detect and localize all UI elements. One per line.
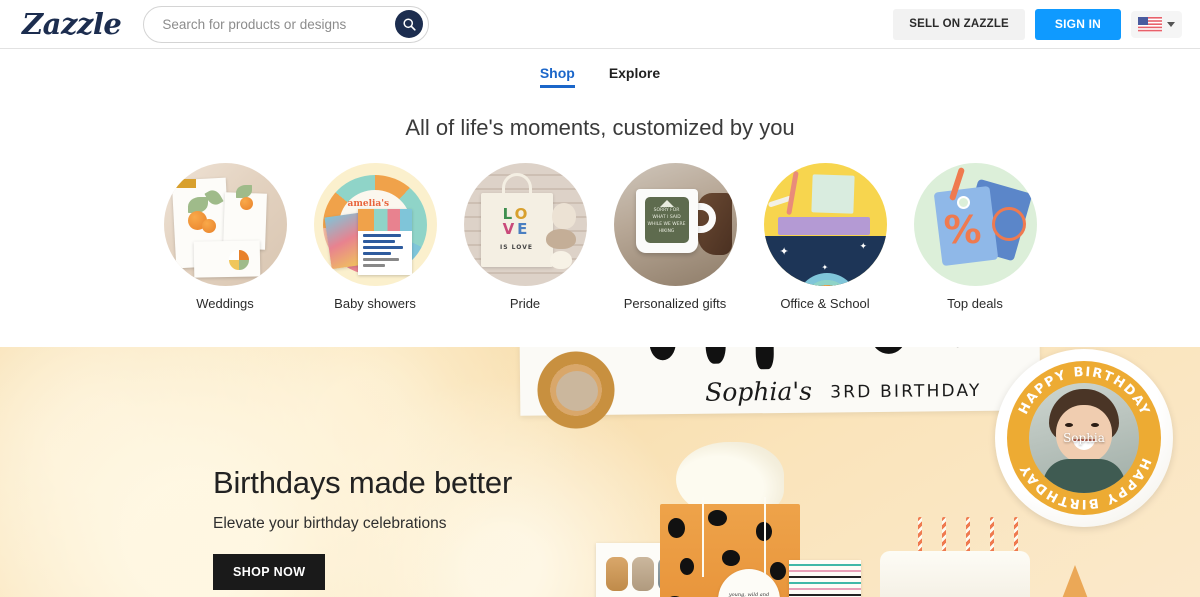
sell-on-zazzle-button[interactable]: SELL ON ZAZZLE [893, 8, 1025, 40]
search-button[interactable] [395, 10, 424, 38]
category-office-school[interactable]: ✦ ✦ ✦ Office & School [763, 163, 887, 311]
category-baby-showers-label: Baby showers [334, 296, 416, 311]
party-hat [1045, 565, 1105, 597]
sparkle-icon: ✦ [779, 246, 789, 258]
baby-shower-name-text: amelia's [347, 199, 390, 209]
category-top-deals-image: % [913, 163, 1037, 286]
category-top-deals-label: Top deals [947, 296, 1003, 311]
banner-birthday-text: 3RD BIRTHDAY [830, 380, 982, 403]
category-baby-showers[interactable]: amelia's Baby showers [313, 163, 437, 311]
category-pride-label: Pride [509, 296, 541, 311]
search-bar[interactable] [143, 5, 430, 43]
category-personalized-gifts[interactable]: SORRY FOR WHAT I SAID WHILE WE WERE HIKI… [613, 163, 737, 311]
category-office-school-label: Office & School [780, 296, 870, 311]
balloon-name-text: Sophia [1063, 431, 1105, 445]
search-icon [403, 17, 416, 31]
primary-nav-tabs: Shop Explore [0, 49, 1200, 91]
page-headline: All of life's moments, customized by you [405, 115, 795, 140]
chevron-down-icon [1167, 21, 1175, 27]
category-weddings-image [163, 163, 287, 286]
hero-title: Birthdays made better [213, 465, 513, 500]
gift-tag-subtext: young, wild and [728, 592, 770, 597]
search-input[interactable] [162, 16, 396, 32]
sparkle-icon: ✦ [859, 241, 868, 251]
site-header: Zazzle SELL ON ZAZZLE SIGN IN [0, 0, 1200, 49]
birthday-cake [880, 551, 1030, 597]
zazzle-logo[interactable]: Zazzle [22, 7, 122, 41]
party-napkins [789, 560, 861, 597]
category-weddings-label: Weddings [196, 296, 254, 311]
shop-now-button[interactable]: SHOP NOW [213, 554, 326, 590]
category-personalized-gifts-label: Personalized gifts [623, 296, 727, 311]
tab-shop[interactable]: Shop [539, 65, 575, 88]
banner-name-text: Sophia's [705, 376, 813, 407]
percent-icon: % [943, 208, 982, 252]
mug-text: SORRY FOR WHAT I SAID WHILE WE WERE HIKI… [647, 208, 686, 234]
sign-in-button[interactable]: SIGN IN [1034, 8, 1121, 40]
hero-copy: Birthdays made better Elevate your birth… [213, 465, 633, 590]
hero-banner[interactable]: Sophia's 3RD BIRTHDAY young, wild and TH… [0, 347, 1200, 597]
photo-balloon: HAPPY BIRTHDAY HAPPY BIRTHDAY Sophia [995, 349, 1173, 527]
us-flag-icon [1138, 16, 1162, 32]
category-shortcut-row: Weddings amelia's Baby showers LO VE IS … [0, 163, 1200, 311]
tab-explore[interactable]: Explore [609, 65, 660, 88]
category-baby-showers-image: amelia's [313, 163, 437, 286]
category-personalized-gifts-image: SORRY FOR WHAT I SAID WHILE WE WERE HIKI… [613, 163, 737, 286]
hero-subtitle: Elevate your birthday celebrations [213, 515, 447, 532]
category-weddings[interactable]: Weddings [163, 163, 287, 311]
category-top-deals[interactable]: % Top deals [913, 163, 1037, 311]
sparkle-icon: ✦ [821, 263, 829, 272]
category-pride-image: LO VE IS LOVE [463, 163, 587, 286]
header-actions: SELL ON ZAZZLE SIGN IN [893, 8, 1186, 40]
lion-decoration [530, 349, 622, 431]
category-pride[interactable]: LO VE IS LOVE Pride [463, 163, 587, 311]
category-office-school-image: ✦ ✦ ✦ [763, 163, 887, 286]
locale-selector[interactable] [1131, 10, 1182, 38]
pride-tote-subtext: IS LOVE [500, 244, 533, 251]
